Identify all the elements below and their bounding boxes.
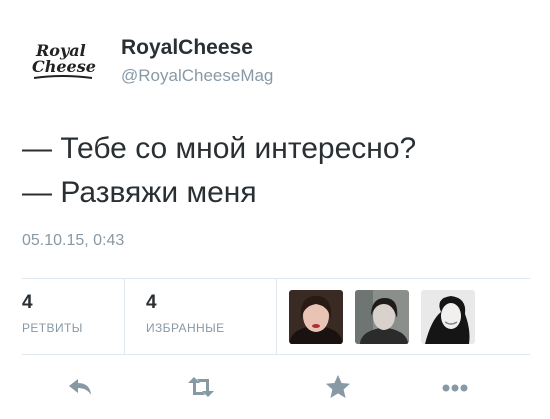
actions-divider [22, 354, 530, 355]
more-button[interactable] [440, 372, 470, 402]
logo-text-cheese: Cheese [32, 57, 96, 76]
retweet-button[interactable] [186, 372, 216, 402]
retweets-count: 4 [22, 292, 33, 313]
favoriter-avatar[interactable] [289, 290, 343, 344]
user-handle[interactable]: @RoyalCheeseMag [121, 66, 273, 86]
tweet-line-2: — Развяжи меня [22, 176, 257, 209]
star-icon [323, 375, 353, 406]
retweets-stat[interactable]: 4 РЕТВИТЫ [22, 292, 83, 335]
favorites-label: ИЗБРАННЫЕ [146, 321, 225, 335]
favoriter-avatar[interactable] [421, 290, 475, 344]
retweet-icon [186, 377, 216, 406]
user-display-name[interactable]: RoyalCheese [121, 36, 253, 60]
user-avatar-logo[interactable]: Royal Cheese [22, 36, 102, 96]
more-icon [440, 384, 470, 406]
reply-button[interactable] [66, 372, 96, 402]
tweet-timestamp[interactable]: 05.10.15, 0:43 [22, 232, 124, 250]
tweet-text: — Тебе со мной интересно? — Развяжи меня [22, 127, 532, 215]
retweets-label: РЕТВИТЫ [22, 321, 83, 335]
reply-icon [66, 379, 96, 406]
favorite-button[interactable] [323, 372, 353, 402]
favorites-stat[interactable]: 4 ИЗБРАННЫЕ [146, 292, 225, 335]
tweet-line-1: — Тебе со мной интересно? [22, 132, 417, 165]
favoriter-avatar[interactable] [355, 290, 409, 344]
stats-separator [276, 278, 277, 354]
stats-separator [124, 278, 125, 354]
favorites-count: 4 [146, 292, 157, 313]
